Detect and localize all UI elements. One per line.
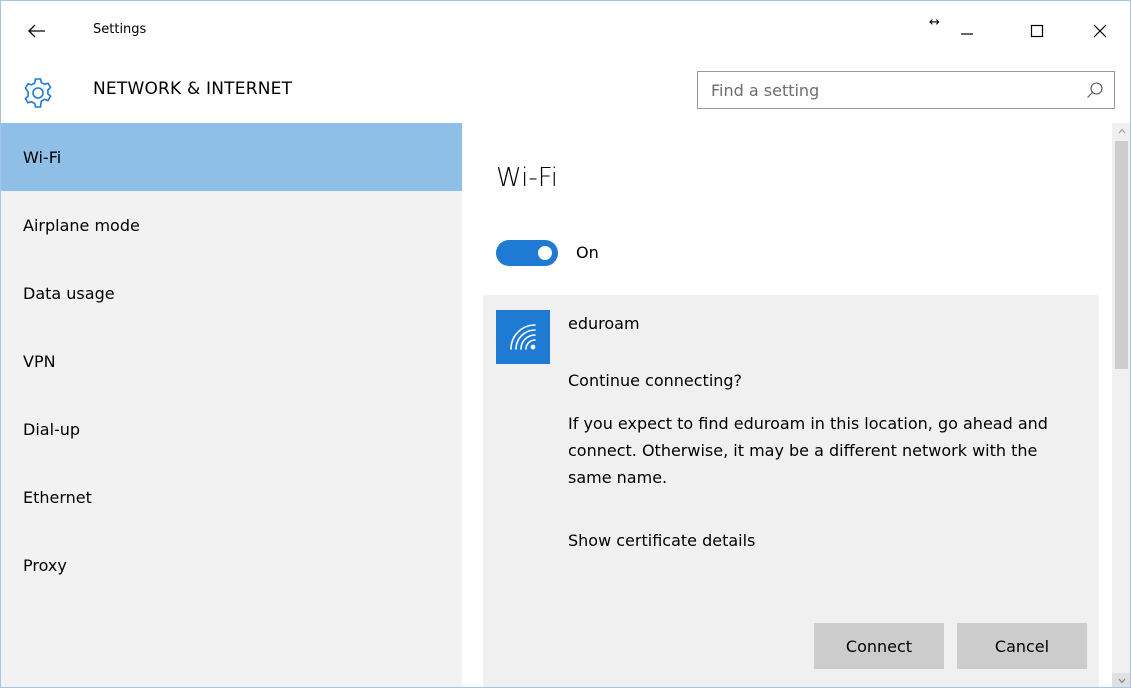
chevron-up-icon (1118, 128, 1125, 134)
scroll-down-button[interactable] (1112, 673, 1130, 687)
toggle-state-label: On (576, 243, 599, 262)
gear-icon (24, 78, 52, 108)
sidebar-item-label: Ethernet (23, 487, 92, 507)
sidebar-item-airplane-mode[interactable]: Airplane mode (1, 191, 462, 259)
network-name: eduroam (568, 314, 640, 333)
cancel-button[interactable]: Cancel (957, 623, 1087, 669)
close-button[interactable] (1080, 13, 1120, 49)
scroll-up-button[interactable] (1112, 123, 1130, 139)
minimize-button[interactable] (947, 13, 987, 49)
vertical-scrollbar[interactable] (1112, 123, 1130, 687)
back-button[interactable] (21, 15, 53, 47)
page-header: NETWORK & INTERNET (1, 63, 1130, 123)
search-input[interactable] (698, 80, 1068, 100)
main-content: Wi-Fi On eduroam Continue connecting? If… (462, 123, 1112, 687)
settings-window: Settings ↔ NETWORK & INTERNET Find a set… (0, 0, 1131, 688)
network-card: eduroam Continue connecting? If you expe… (483, 295, 1099, 687)
connect-prompt: Continue connecting? (568, 371, 743, 390)
sidebar-item-vpn[interactable]: VPN (1, 327, 462, 395)
chevron-down-icon (1118, 678, 1125, 684)
minimize-icon (961, 33, 973, 35)
sidebar-nav: Wi-Fi Airplane mode Data usage VPN Dial-… (1, 123, 462, 687)
close-icon (1093, 24, 1107, 38)
wifi-icon (510, 324, 536, 350)
sidebar-item-ethernet[interactable]: Ethernet (1, 463, 462, 531)
scroll-thumb[interactable] (1115, 141, 1128, 369)
sidebar-item-wifi[interactable]: Wi-Fi (1, 123, 462, 191)
wifi-toggle[interactable] (496, 240, 558, 266)
sidebar-item-label: Wi-Fi (23, 147, 62, 167)
maximize-icon (1030, 24, 1044, 38)
network-description: If you expect to find eduroam in this lo… (568, 414, 1048, 487)
page-title: Wi-Fi (496, 163, 559, 193)
sidebar-item-label: Dial-up (23, 419, 81, 439)
sidebar-item-label: Data usage (23, 283, 115, 303)
sidebar-item-label: Proxy (23, 555, 67, 575)
title-bar: Settings ↔ (1, 1, 1130, 63)
sidebar-item-dial-up[interactable]: Dial-up (1, 395, 462, 463)
sidebar-item-proxy[interactable]: Proxy (1, 531, 462, 599)
resize-arrows-icon: ↔ (929, 15, 940, 30)
maximize-button[interactable] (1017, 13, 1057, 49)
toggle-knob (538, 246, 552, 260)
network-tile (496, 310, 550, 364)
sidebar-item-label: Airplane mode (23, 215, 140, 235)
show-certificate-link[interactable]: Show certificate details (568, 531, 755, 550)
search-box[interactable] (697, 71, 1115, 109)
app-title: Settings (93, 22, 147, 37)
sidebar-item-data-usage[interactable]: Data usage (1, 259, 462, 327)
section-title: NETWORK & INTERNET (93, 79, 293, 99)
connect-button[interactable]: Connect (814, 623, 944, 669)
back-arrow-icon (28, 24, 45, 38)
sidebar-item-label: VPN (23, 351, 56, 371)
search-icon[interactable] (1086, 81, 1104, 99)
